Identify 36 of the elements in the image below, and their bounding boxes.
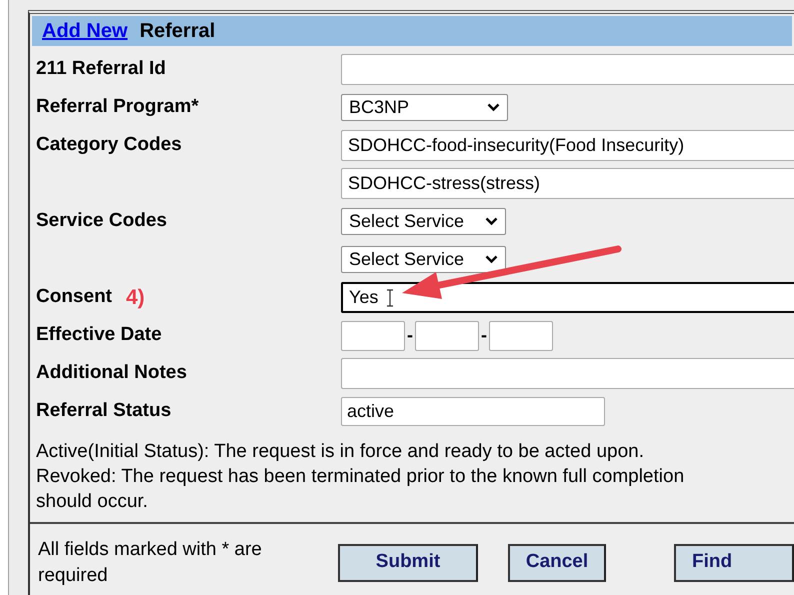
field-label: Referral Status <box>36 399 172 424</box>
field-label: Service Codes <box>36 209 167 234</box>
section-title: Referral <box>140 19 216 44</box>
field-label: Additional Notes <box>36 361 187 386</box>
status-help-text: Revoked: The request has been terminated prior to the known full completion <box>36 465 686 489</box>
field-label: Consent <box>36 285 112 310</box>
input-field[interactable] <box>341 320 405 350</box>
dropdown[interactable]: Select Service <box>341 246 506 273</box>
form-button[interactable]: Find <box>674 544 794 582</box>
add-new-link[interactable]: Add New <box>42 16 128 46</box>
input-field[interactable] <box>341 358 794 389</box>
dropdown[interactable]: BC3NP <box>341 94 508 121</box>
required-note: All fields marked with * are required <box>37 538 263 588</box>
input-field[interactable]: Yes <box>341 282 794 313</box>
input-field[interactable]: SDOHCC-food-insecurity(Food Insecurity) <box>341 130 794 161</box>
dropdown[interactable]: Select Service <box>341 208 506 235</box>
field-label: 211 Referral Id <box>36 57 166 82</box>
step-annotation: 4) <box>126 284 145 311</box>
field-label: Referral Program* <box>36 95 199 120</box>
chevron-down-icon <box>485 217 498 226</box>
input-field[interactable] <box>341 54 794 85</box>
input-field[interactable] <box>489 320 553 350</box>
input-field[interactable] <box>415 320 479 350</box>
chevron-down-icon <box>487 103 500 112</box>
chevron-down-icon <box>485 255 498 264</box>
status-help-text: should occur. <box>36 490 149 514</box>
date-separator: - <box>406 324 414 347</box>
field-label: Category Codes <box>36 133 182 158</box>
date-separator: - <box>480 324 488 347</box>
input-field[interactable]: SDOHCC-stress(stress) <box>341 168 794 199</box>
field-label: Effective Date <box>36 323 162 348</box>
input-field[interactable]: active <box>341 397 605 426</box>
form-button[interactable]: Submit <box>338 544 478 582</box>
text-cursor-icon <box>386 288 394 306</box>
form-button[interactable]: Cancel <box>508 544 606 582</box>
status-help-text: Active(Initial Status): The request is in force and ready to be acted upon. <box>36 440 645 464</box>
